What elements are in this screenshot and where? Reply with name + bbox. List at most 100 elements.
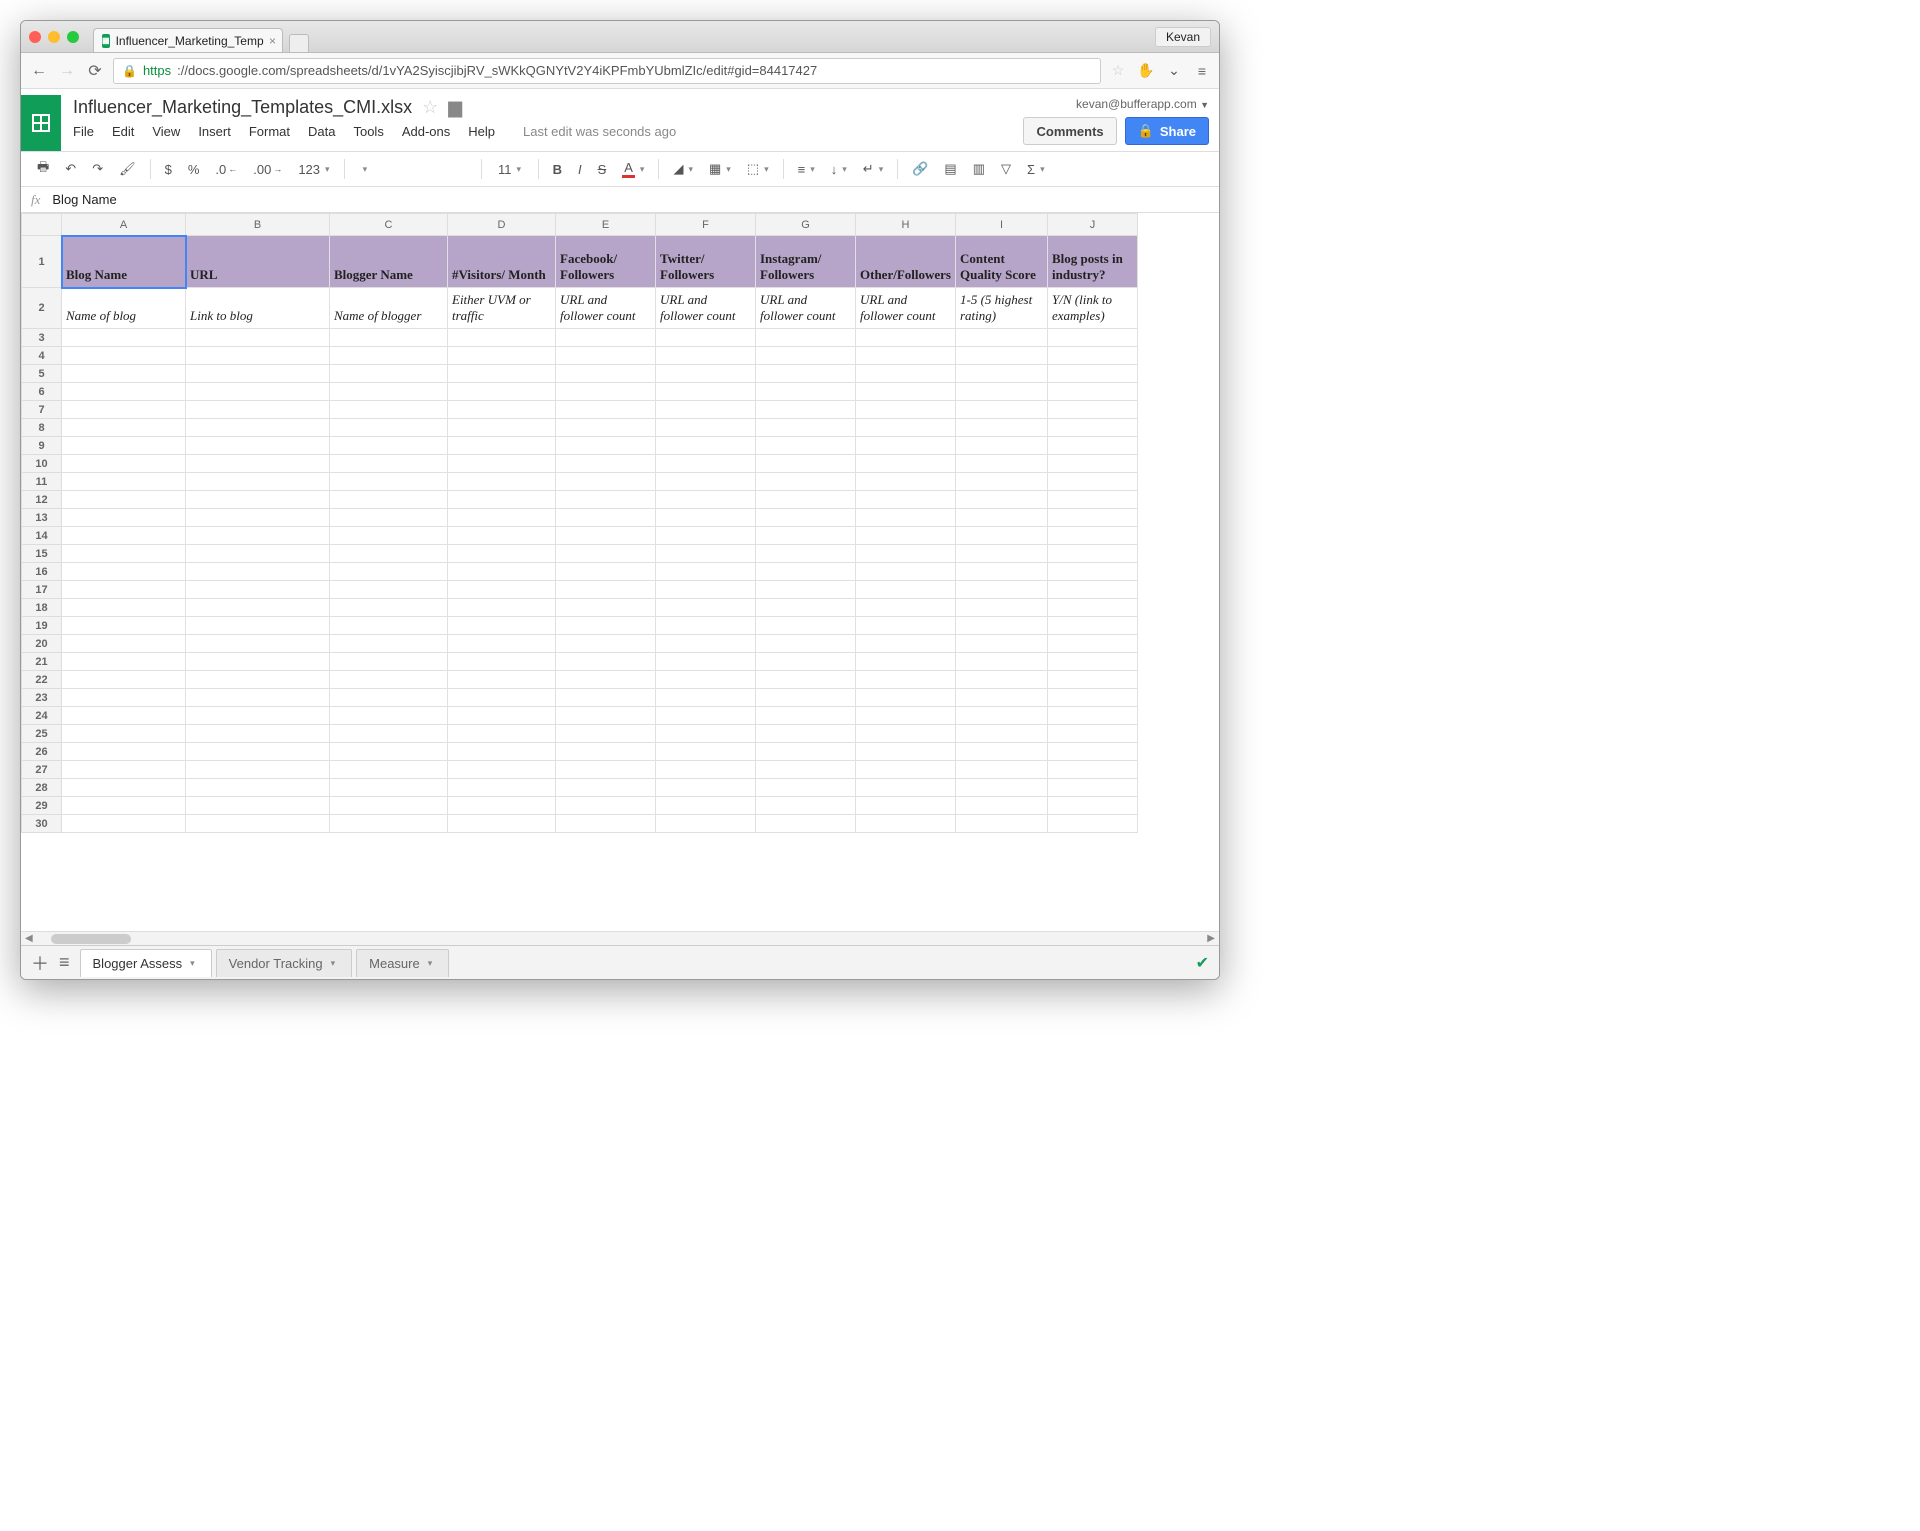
cell-J5[interactable] xyxy=(1048,365,1138,383)
cell-J21[interactable] xyxy=(1048,653,1138,671)
cell-I30[interactable] xyxy=(956,815,1048,833)
cell-E28[interactable] xyxy=(556,779,656,797)
cell-I26[interactable] xyxy=(956,743,1048,761)
cell-I19[interactable] xyxy=(956,617,1048,635)
all-sheets-button[interactable]: ≡ xyxy=(59,952,70,973)
minimize-window-icon[interactable] xyxy=(48,31,60,43)
menu-edit[interactable]: Edit xyxy=(112,124,134,139)
cell-E7[interactable] xyxy=(556,401,656,419)
cell-E11[interactable] xyxy=(556,473,656,491)
cell-F22[interactable] xyxy=(656,671,756,689)
cell-H27[interactable] xyxy=(856,761,956,779)
cell-B2[interactable]: Link to blog xyxy=(186,288,330,329)
cell-E22[interactable] xyxy=(556,671,656,689)
cell-F29[interactable] xyxy=(656,797,756,815)
cell-J12[interactable] xyxy=(1048,491,1138,509)
cell-J9[interactable] xyxy=(1048,437,1138,455)
cell-G7[interactable] xyxy=(756,401,856,419)
cell-E29[interactable] xyxy=(556,797,656,815)
row-header-4[interactable]: 4 xyxy=(22,347,62,365)
cell-E24[interactable] xyxy=(556,707,656,725)
cell-D1[interactable]: #Visitors/ Month xyxy=(448,236,556,288)
menu-format[interactable]: Format xyxy=(249,124,290,139)
text-color-button[interactable]: A xyxy=(616,156,650,182)
cell-D26[interactable] xyxy=(448,743,556,761)
cell-F25[interactable] xyxy=(656,725,756,743)
cell-J17[interactable] xyxy=(1048,581,1138,599)
v-align-button[interactable]: ↓ xyxy=(825,158,853,181)
row-header-1[interactable]: 1 xyxy=(22,236,62,288)
cell-B4[interactable] xyxy=(186,347,330,365)
row-header-28[interactable]: 28 xyxy=(22,779,62,797)
extension-pocket-icon[interactable]: ⌄ xyxy=(1165,62,1183,80)
row-header-24[interactable]: 24 xyxy=(22,707,62,725)
cell-I21[interactable] xyxy=(956,653,1048,671)
cell-J29[interactable] xyxy=(1048,797,1138,815)
cell-A13[interactable] xyxy=(62,509,186,527)
redo-icon[interactable]: ↷ xyxy=(86,157,109,181)
cell-A30[interactable] xyxy=(62,815,186,833)
cell-B22[interactable] xyxy=(186,671,330,689)
cell-D12[interactable] xyxy=(448,491,556,509)
cell-E27[interactable] xyxy=(556,761,656,779)
row-header-30[interactable]: 30 xyxy=(22,815,62,833)
cell-D16[interactable] xyxy=(448,563,556,581)
column-header-A[interactable]: A xyxy=(62,214,186,236)
cell-C20[interactable] xyxy=(330,635,448,653)
cell-J28[interactable] xyxy=(1048,779,1138,797)
cell-F20[interactable] xyxy=(656,635,756,653)
cell-B14[interactable] xyxy=(186,527,330,545)
cell-H15[interactable] xyxy=(856,545,956,563)
number-format-dropdown[interactable]: 123 xyxy=(292,158,335,181)
cell-D17[interactable] xyxy=(448,581,556,599)
cell-E25[interactable] xyxy=(556,725,656,743)
cell-E19[interactable] xyxy=(556,617,656,635)
cell-C23[interactable] xyxy=(330,689,448,707)
row-header-14[interactable]: 14 xyxy=(22,527,62,545)
cell-B20[interactable] xyxy=(186,635,330,653)
cell-H11[interactable] xyxy=(856,473,956,491)
cell-I14[interactable] xyxy=(956,527,1048,545)
row-header-27[interactable]: 27 xyxy=(22,761,62,779)
cell-C13[interactable] xyxy=(330,509,448,527)
back-button[interactable]: ← xyxy=(29,62,49,80)
cell-H20[interactable] xyxy=(856,635,956,653)
cell-C1[interactable]: Blogger Name xyxy=(330,236,448,288)
cell-C8[interactable] xyxy=(330,419,448,437)
cell-A29[interactable] xyxy=(62,797,186,815)
sheet-tab-menu-icon[interactable]: ▾ xyxy=(428,958,433,969)
cell-J27[interactable] xyxy=(1048,761,1138,779)
cell-I20[interactable] xyxy=(956,635,1048,653)
cell-I10[interactable] xyxy=(956,455,1048,473)
bold-button[interactable]: B xyxy=(547,158,568,181)
cell-B11[interactable] xyxy=(186,473,330,491)
cell-F24[interactable] xyxy=(656,707,756,725)
cell-F28[interactable] xyxy=(656,779,756,797)
new-tab-button[interactable] xyxy=(289,34,309,52)
cell-I6[interactable] xyxy=(956,383,1048,401)
cell-H14[interactable] xyxy=(856,527,956,545)
cell-J14[interactable] xyxy=(1048,527,1138,545)
cell-F1[interactable]: Twitter/ Followers xyxy=(656,236,756,288)
cell-B12[interactable] xyxy=(186,491,330,509)
menu-insert[interactable]: Insert xyxy=(198,124,231,139)
cell-H1[interactable]: Other/Followers xyxy=(856,236,956,288)
cell-B3[interactable] xyxy=(186,329,330,347)
cell-D8[interactable] xyxy=(448,419,556,437)
cell-A26[interactable] xyxy=(62,743,186,761)
row-header-15[interactable]: 15 xyxy=(22,545,62,563)
cell-H16[interactable] xyxy=(856,563,956,581)
cell-J2[interactable]: Y/N (link to examples) xyxy=(1048,288,1138,329)
row-header-10[interactable]: 10 xyxy=(22,455,62,473)
cell-E14[interactable] xyxy=(556,527,656,545)
extension-ublock-icon[interactable]: ✋ xyxy=(1137,62,1155,80)
cell-D13[interactable] xyxy=(448,509,556,527)
cell-J15[interactable] xyxy=(1048,545,1138,563)
cell-B21[interactable] xyxy=(186,653,330,671)
cell-C28[interactable] xyxy=(330,779,448,797)
cell-J30[interactable] xyxy=(1048,815,1138,833)
cell-D29[interactable] xyxy=(448,797,556,815)
cell-I17[interactable] xyxy=(956,581,1048,599)
cell-G27[interactable] xyxy=(756,761,856,779)
borders-button[interactable]: ▦ xyxy=(703,157,737,181)
